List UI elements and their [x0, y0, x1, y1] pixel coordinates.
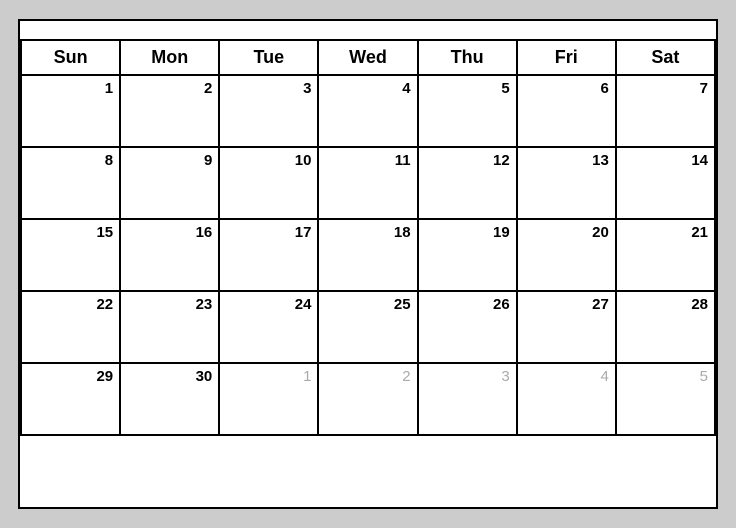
day-cell: 30 — [121, 364, 220, 436]
day-number: 2 — [127, 80, 212, 97]
calendar: SunMonTueWedThuFriSat1234567891011121314… — [18, 19, 718, 509]
day-number: 9 — [127, 152, 212, 169]
calendar-title — [20, 21, 716, 41]
day-cell: 15 — [22, 220, 121, 292]
day-cell: 4 — [319, 76, 418, 148]
day-number: 12 — [425, 152, 510, 169]
day-number: 22 — [28, 296, 113, 313]
day-cell: 3 — [220, 76, 319, 148]
day-number: 13 — [524, 152, 609, 169]
day-cell: 4 — [518, 364, 617, 436]
day-number: 3 — [425, 368, 510, 385]
day-number: 5 — [623, 368, 708, 385]
day-header-wed: Wed — [319, 41, 418, 76]
day-number: 14 — [623, 152, 708, 169]
day-header-sat: Sat — [617, 41, 716, 76]
day-number: 7 — [623, 80, 708, 97]
day-cell: 29 — [22, 364, 121, 436]
day-cell: 5 — [617, 364, 716, 436]
day-header-mon: Mon — [121, 41, 220, 76]
day-number: 3 — [226, 80, 311, 97]
day-number: 18 — [325, 224, 410, 241]
day-number: 29 — [28, 368, 113, 385]
day-number: 2 — [325, 368, 410, 385]
day-header-sun: Sun — [22, 41, 121, 76]
day-number: 4 — [325, 80, 410, 97]
day-header-thu: Thu — [419, 41, 518, 76]
day-cell: 14 — [617, 148, 716, 220]
day-cell: 23 — [121, 292, 220, 364]
day-number: 16 — [127, 224, 212, 241]
day-cell: 12 — [419, 148, 518, 220]
day-cell: 24 — [220, 292, 319, 364]
day-header-fri: Fri — [518, 41, 617, 76]
day-number: 19 — [425, 224, 510, 241]
day-number: 28 — [623, 296, 708, 313]
day-number: 27 — [524, 296, 609, 313]
day-number: 1 — [28, 80, 113, 97]
day-cell: 3 — [419, 364, 518, 436]
day-number: 8 — [28, 152, 113, 169]
day-number: 4 — [524, 368, 609, 385]
day-cell: 2 — [121, 76, 220, 148]
day-number: 30 — [127, 368, 212, 385]
day-number: 23 — [127, 296, 212, 313]
day-cell: 17 — [220, 220, 319, 292]
day-cell: 7 — [617, 76, 716, 148]
day-cell: 16 — [121, 220, 220, 292]
day-cell: 6 — [518, 76, 617, 148]
day-header-tue: Tue — [220, 41, 319, 76]
day-number: 15 — [28, 224, 113, 241]
day-number: 11 — [325, 152, 410, 169]
day-number: 24 — [226, 296, 311, 313]
day-cell: 9 — [121, 148, 220, 220]
day-cell: 1 — [220, 364, 319, 436]
day-cell: 22 — [22, 292, 121, 364]
day-number: 5 — [425, 80, 510, 97]
day-cell: 25 — [319, 292, 418, 364]
calendar-grid: SunMonTueWedThuFriSat1234567891011121314… — [20, 41, 716, 436]
day-number: 26 — [425, 296, 510, 313]
day-cell: 11 — [319, 148, 418, 220]
day-cell: 26 — [419, 292, 518, 364]
day-cell: 21 — [617, 220, 716, 292]
day-cell: 19 — [419, 220, 518, 292]
day-number: 21 — [623, 224, 708, 241]
day-number: 10 — [226, 152, 311, 169]
day-cell: 20 — [518, 220, 617, 292]
day-cell: 27 — [518, 292, 617, 364]
day-cell: 8 — [22, 148, 121, 220]
day-number: 1 — [226, 368, 311, 385]
day-cell: 10 — [220, 148, 319, 220]
day-cell: 2 — [319, 364, 418, 436]
day-cell: 13 — [518, 148, 617, 220]
day-cell: 28 — [617, 292, 716, 364]
day-number: 6 — [524, 80, 609, 97]
day-number: 25 — [325, 296, 410, 313]
day-cell: 5 — [419, 76, 518, 148]
day-cell: 18 — [319, 220, 418, 292]
day-number: 17 — [226, 224, 311, 241]
day-number: 20 — [524, 224, 609, 241]
day-cell: 1 — [22, 76, 121, 148]
